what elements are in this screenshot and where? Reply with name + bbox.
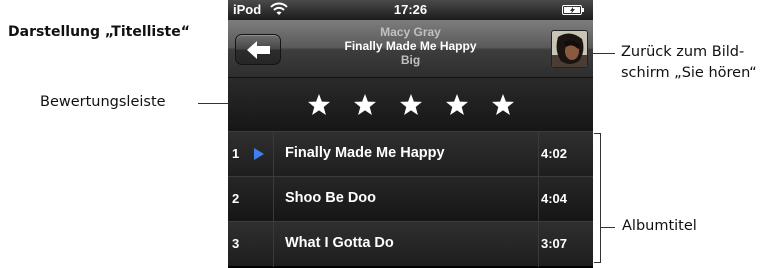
track-row[interactable]: 3 What I Gotta Do 3:07: [228, 221, 593, 267]
track-number: 3: [232, 236, 240, 251]
clock: 17:26: [393, 2, 428, 17]
track-row[interactable]: 2 Shoo Be Doo 4:04: [228, 176, 593, 222]
track-number: 2: [232, 191, 240, 206]
track-duration: 3:07: [541, 236, 568, 251]
track-row[interactable]: 1 Finally Made Me Happy 4:02: [228, 131, 593, 177]
star-icon[interactable]: [491, 93, 515, 117]
column-divider: [273, 177, 274, 222]
star-icon[interactable]: [353, 93, 377, 117]
rating-bar-annotation: Bewertungsleiste: [40, 94, 166, 110]
album-art-thumbnail: [552, 31, 587, 67]
column-divider: [538, 132, 539, 177]
now-playing-artist: Macy Gray: [380, 25, 441, 39]
column-divider: [273, 222, 274, 267]
column-divider: [273, 132, 274, 177]
battery-icon: [562, 5, 584, 15]
status-bar: iPod 17:26: [228, 0, 593, 20]
view-title-annotation: Darstellung „Titelliste“: [8, 24, 190, 40]
now-playing-info: Macy Gray Finally Made Me Happy Big: [288, 25, 533, 67]
star-icon[interactable]: [445, 93, 469, 117]
album-art-leader: [593, 53, 615, 54]
track-title: Shoo Be Doo: [285, 190, 377, 206]
tracklist-bracket: [594, 133, 601, 263]
back-to-now-playing-annotation-line1: Zurück zum Bild-: [621, 44, 745, 60]
back-button[interactable]: [235, 34, 281, 65]
now-playing-indicator-icon: [254, 148, 264, 160]
album-tracks-annotation: Albumtitel: [622, 218, 697, 234]
star-icon[interactable]: [399, 93, 423, 117]
now-playing-navbar: Macy Gray Finally Made Me Happy Big: [228, 20, 593, 78]
track-list: 1 Finally Made Me Happy 4:02 2 Shoo Be D…: [228, 131, 593, 267]
rating-bar[interactable]: [228, 78, 593, 131]
track-duration: 4:02: [541, 146, 568, 161]
track-duration: 4:04: [541, 191, 568, 206]
star-icon[interactable]: [307, 93, 331, 117]
ipod-screen: iPod 17:26 Macy Gray Finally Made Me Hap…: [228, 0, 593, 268]
rating-bar-leader: [198, 103, 228, 104]
album-art-button[interactable]: [551, 30, 588, 68]
now-playing-album: Big: [400, 53, 421, 67]
track-number: 1: [232, 146, 240, 161]
track-title: Finally Made Me Happy: [285, 145, 445, 161]
back-to-now-playing-annotation-line2: schirm „Sie hören“: [621, 65, 757, 81]
column-divider: [538, 177, 539, 222]
now-playing-title: Finally Made Me Happy: [344, 39, 477, 53]
track-title: What I Gotta Do: [285, 235, 394, 251]
tracklist-leader: [601, 227, 615, 228]
back-arrow-icon: [247, 41, 270, 59]
column-divider: [538, 222, 539, 267]
